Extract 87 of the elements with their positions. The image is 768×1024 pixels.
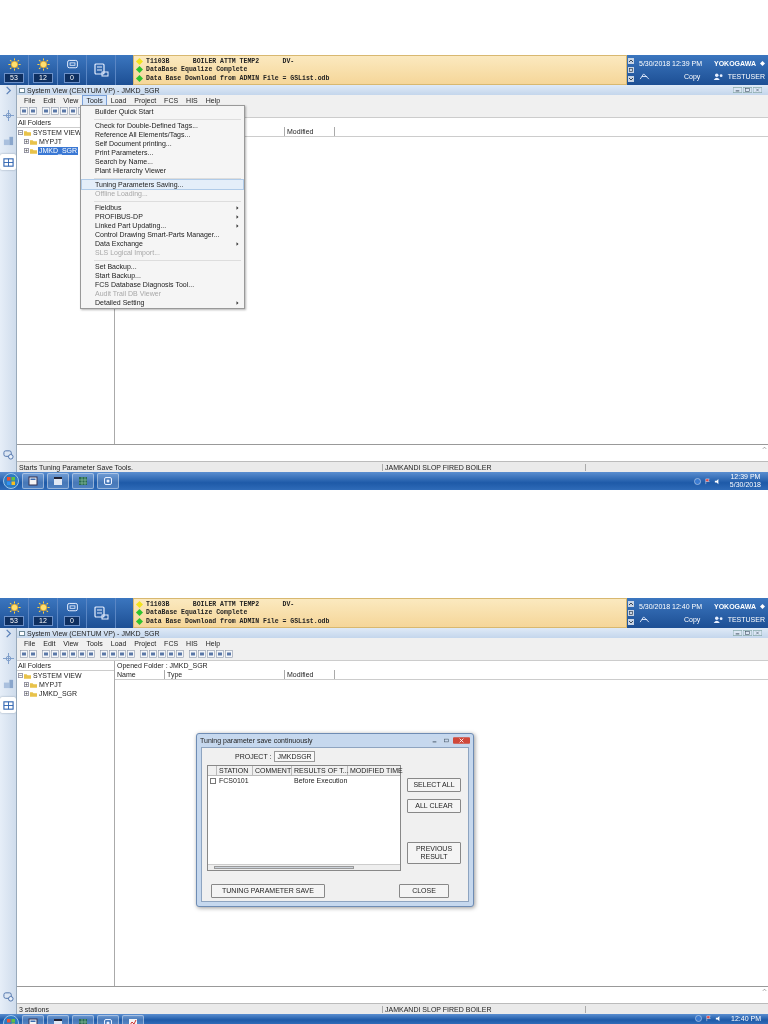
toolbar-button[interactable]	[225, 650, 233, 658]
start-button[interactable]	[3, 473, 19, 489]
maximize-button[interactable]	[441, 737, 452, 744]
user-icon	[712, 616, 724, 623]
grid-tab[interactable]	[0, 154, 16, 170]
close-button[interactable]	[753, 630, 762, 636]
toolbar-button[interactable]	[42, 107, 50, 115]
toolbar-button[interactable]	[60, 107, 68, 115]
alarm-icon	[36, 600, 50, 614]
taskbar-app[interactable]	[22, 473, 44, 489]
expand-icon[interactable]	[24, 691, 29, 696]
document-icon	[93, 605, 109, 621]
scroll-up-icon[interactable]	[628, 600, 634, 607]
message-icon[interactable]	[2, 449, 14, 460]
maximize-button[interactable]	[743, 87, 752, 93]
network-icon[interactable]	[639, 616, 650, 623]
toolbar-button[interactable]	[167, 650, 175, 658]
toolbar-button[interactable]	[60, 650, 68, 658]
monitor-icon	[103, 476, 113, 486]
scroll-up-icon[interactable]	[628, 57, 634, 64]
toolbar-button[interactable]	[42, 650, 50, 658]
grid-icon	[2, 156, 14, 168]
speaker-icon[interactable]	[713, 477, 721, 485]
horizontal-scrollbar[interactable]	[208, 864, 400, 870]
toolbar-button[interactable]	[51, 650, 59, 658]
collapse-icon[interactable]	[18, 130, 23, 135]
network-icon[interactable]	[639, 73, 650, 80]
toolbar-button[interactable]	[158, 650, 166, 658]
toolbar-button[interactable]	[127, 650, 135, 658]
minimize-button[interactable]	[733, 87, 742, 93]
alarm-icon	[7, 57, 21, 71]
toolbar-button[interactable]	[20, 107, 28, 115]
toolbar-button[interactable]	[176, 650, 184, 658]
toolbar-button[interactable]	[20, 650, 28, 658]
toolbar-button[interactable]	[207, 650, 215, 658]
checkbox[interactable]	[210, 777, 216, 784]
help-icon[interactable]	[693, 477, 701, 485]
maximize-button[interactable]	[743, 630, 752, 636]
alarm-icon	[36, 57, 50, 71]
collapse-icon[interactable]	[18, 673, 23, 678]
toolbar-button[interactable]	[189, 650, 197, 658]
window-icon	[19, 87, 25, 93]
scroll-down-icon[interactable]	[628, 619, 634, 626]
taskbar-app[interactable]	[47, 473, 69, 489]
toolbar-button[interactable]	[51, 107, 59, 115]
expand-icon[interactable]	[24, 682, 29, 687]
toolbar-button[interactable]	[118, 650, 126, 658]
help-icon[interactable]	[695, 1015, 703, 1022]
toolbar-button[interactable]	[69, 650, 77, 658]
user-icon	[712, 73, 724, 80]
alarm-icon	[7, 600, 21, 614]
toolbar-button[interactable]	[140, 650, 148, 658]
toolbar-button[interactable]	[78, 650, 86, 658]
grid-icon	[2, 699, 14, 711]
expand-icon[interactable]	[24, 148, 29, 153]
minimize-button[interactable]	[733, 630, 742, 636]
copy-icon[interactable]	[628, 67, 634, 73]
toolbar-button[interactable]	[100, 650, 108, 658]
building-icon[interactable]	[2, 135, 14, 146]
toolbar-button[interactable]	[216, 650, 224, 658]
document-icon	[28, 476, 38, 486]
crosshair-icon[interactable]	[2, 110, 14, 121]
flag-icon[interactable]	[703, 477, 711, 485]
diamond-icon	[760, 604, 765, 609]
grid-icon	[78, 476, 88, 486]
toolbar-button[interactable]	[69, 107, 77, 115]
message-icon[interactable]	[2, 991, 14, 1002]
message-icon	[65, 600, 79, 614]
crosshair-icon[interactable]	[2, 653, 14, 664]
scroll-down-icon[interactable]	[628, 76, 634, 83]
expand-icon[interactable]	[24, 139, 29, 144]
document-icon	[93, 62, 109, 78]
close-button[interactable]	[453, 737, 470, 744]
toolbar-button[interactable]	[149, 650, 157, 658]
toolbar-button[interactable]	[87, 650, 95, 658]
close-button[interactable]	[753, 87, 762, 93]
toolbar-button[interactable]	[109, 650, 117, 658]
toolbar-button[interactable]	[29, 107, 37, 115]
diamond-icon	[760, 61, 765, 66]
toolbar-button[interactable]	[198, 650, 206, 658]
grid-tab[interactable]	[0, 697, 16, 713]
clapper-icon	[53, 476, 63, 486]
copy-icon[interactable]	[628, 610, 634, 616]
flag-icon[interactable]	[705, 1015, 713, 1022]
window-icon	[19, 630, 25, 636]
toolbar-button[interactable]	[29, 650, 37, 658]
message-icon	[65, 57, 79, 71]
